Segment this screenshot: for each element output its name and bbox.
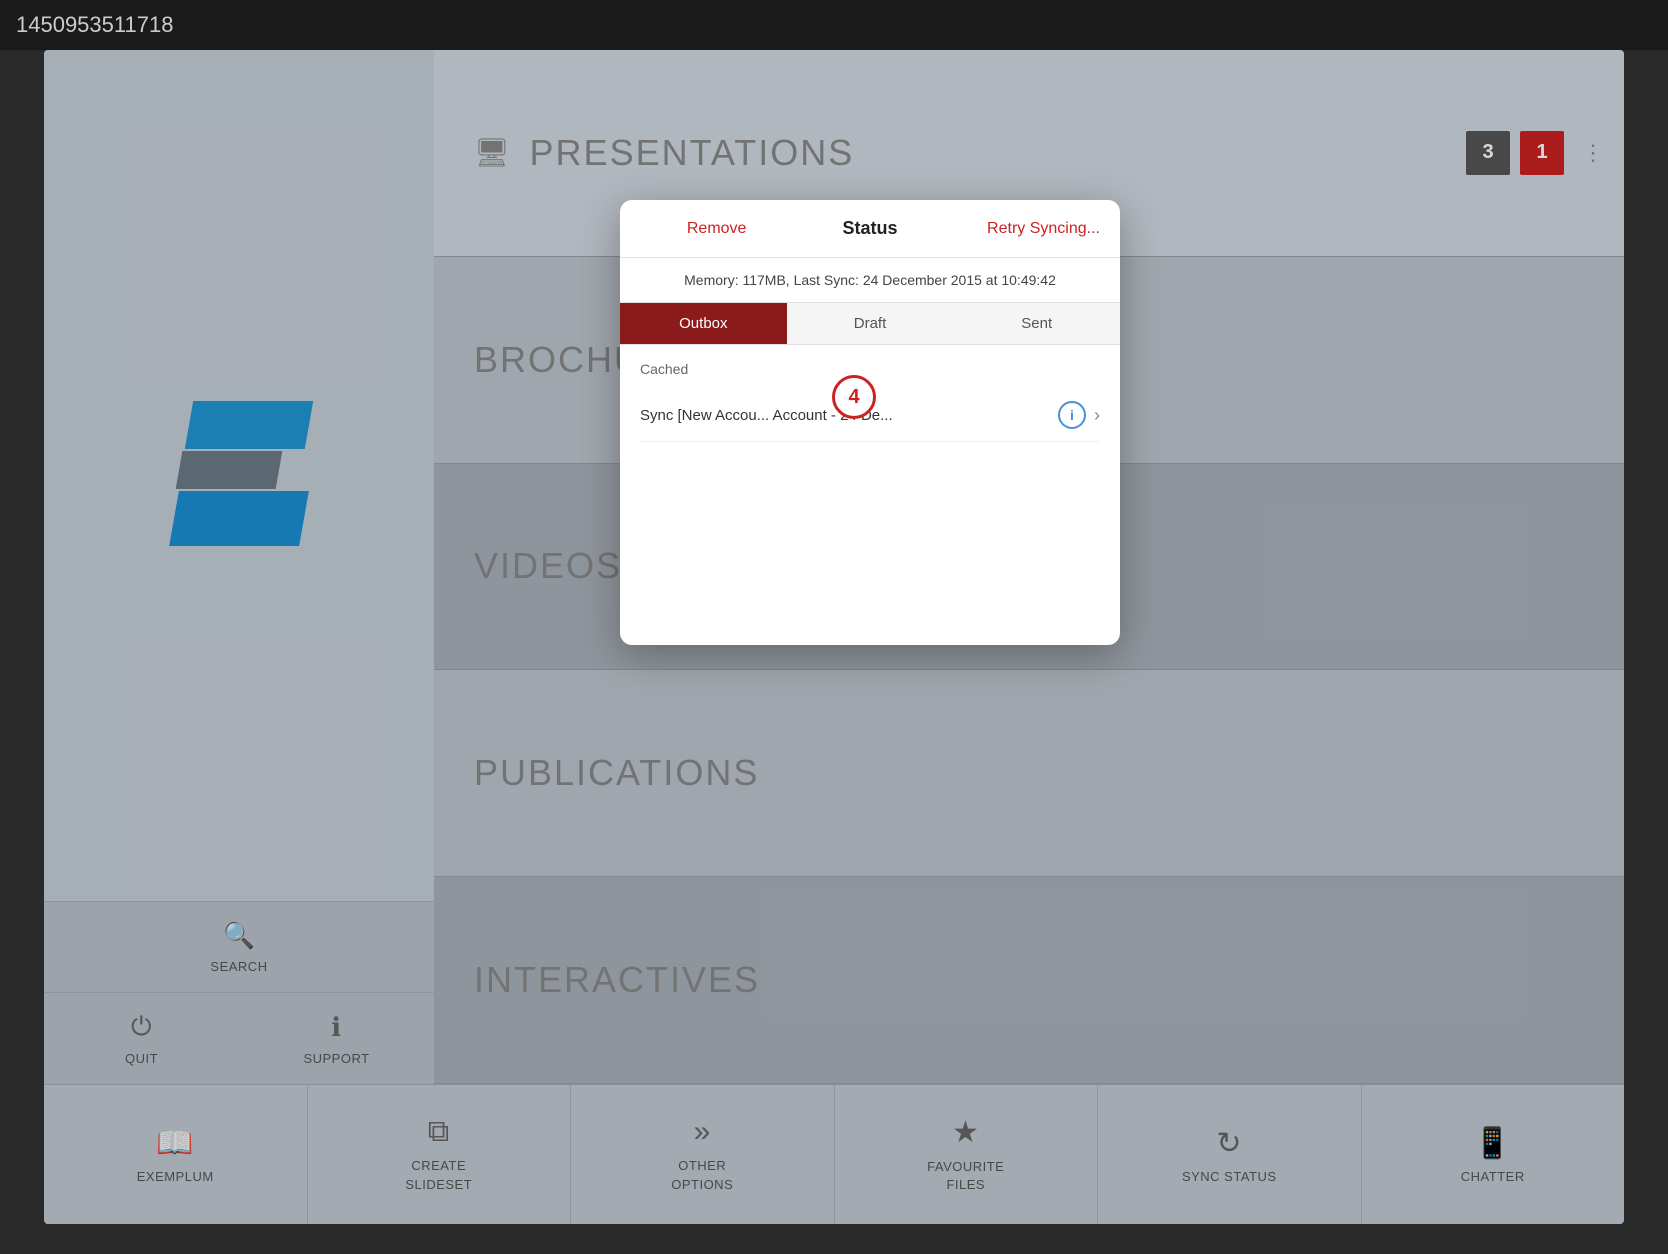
create-slideset-button[interactable]: ⧉ CREATESLIDESET xyxy=(308,1085,572,1224)
tab-draft-label: Draft xyxy=(854,315,887,332)
info-icon: ℹ xyxy=(331,1012,341,1043)
tab-sent[interactable]: Sent xyxy=(953,303,1120,344)
modal-retry-label: Retry Syncing... xyxy=(987,220,1100,237)
modal-header: Remove Status Retry Syncing... xyxy=(620,200,1120,258)
grid-row-publications: PUBLICATIONS xyxy=(434,670,1624,877)
modal-title: Status xyxy=(793,218,946,239)
search-button[interactable]: 🔍 SEARCH xyxy=(44,901,434,992)
presentations-label: PRESENTATIONS xyxy=(530,132,855,174)
interactives-cell[interactable]: INTERACTIVES xyxy=(434,877,1624,1083)
tab-outbox-label: Outbox xyxy=(679,315,727,332)
logo-mid-stripe xyxy=(176,451,283,489)
sync-icon: ↻ xyxy=(1216,1126,1242,1161)
presentations-badges: 3 1 xyxy=(1466,131,1564,175)
sync-status-button[interactable]: ↻ SYNC STATUS xyxy=(1098,1085,1362,1224)
publications-cell[interactable]: PUBLICATIONS xyxy=(434,670,1624,876)
support-button[interactable]: ℹ SUPPORT xyxy=(239,992,434,1084)
phone-icon: 📱 xyxy=(1474,1126,1512,1161)
status-modal: Remove Status Retry Syncing... Memory: 1… xyxy=(620,200,1120,645)
logo-bot-stripe xyxy=(169,491,309,546)
modal-tabs: Outbox Draft Sent xyxy=(620,303,1120,345)
cached-label: Cached xyxy=(640,361,1100,377)
support-label: SUPPORT xyxy=(303,1051,369,1066)
chevron-right-icon: › xyxy=(1094,405,1100,426)
title-id: 1450953511718 xyxy=(16,12,173,38)
other-options-label: OTHEROPTIONS xyxy=(671,1157,733,1193)
other-options-button[interactable]: » OTHEROPTIONS xyxy=(571,1085,835,1224)
badge-gray-3: 3 xyxy=(1466,131,1510,175)
interactives-label: INTERACTIVES xyxy=(474,959,760,1001)
titlebar: 1450953511718 xyxy=(0,0,1668,50)
sync-status-label: SYNC STATUS xyxy=(1182,1169,1277,1184)
quit-label: QUIT xyxy=(125,1051,158,1066)
chatter-button[interactable]: 📱 CHATTER xyxy=(1362,1085,1625,1224)
modal-remove-button[interactable]: Remove xyxy=(640,220,793,238)
search-icon: 🔍 xyxy=(223,920,256,951)
logo xyxy=(169,401,309,561)
badge-red-1: 1 xyxy=(1520,131,1564,175)
sidebar-search-row: 🔍 SEARCH xyxy=(44,901,434,992)
sidebar-actions: 🔍 SEARCH ⏻ QUIT ℹ SUPPORT xyxy=(44,901,434,1084)
favourite-files-label: FAVOURITEFILES xyxy=(927,1158,1004,1194)
tab-sent-label: Sent xyxy=(1021,315,1052,332)
search-label: SEARCH xyxy=(210,959,267,974)
sync-item[interactable]: Sync [New Accou... Account - 24 De... 4 … xyxy=(640,389,1100,442)
favourite-files-button[interactable]: ★ FAVOURITEFILES xyxy=(835,1085,1099,1224)
videos-label: VIDEOS xyxy=(474,545,622,587)
chevrons-icon: » xyxy=(694,1115,711,1149)
publications-label: PUBLICATIONS xyxy=(474,752,759,794)
logo-top-stripe xyxy=(185,401,313,449)
chatter-label: CHATTER xyxy=(1461,1169,1525,1184)
power-icon: ⏻ xyxy=(131,1011,152,1043)
tab-outbox[interactable]: Outbox xyxy=(620,303,787,344)
exemplum-label: EXEMPLUM xyxy=(137,1169,214,1184)
create-slideset-label: CREATESLIDESET xyxy=(405,1157,472,1193)
star-icon: ★ xyxy=(952,1115,979,1150)
modal-remove-label: Remove xyxy=(687,220,747,237)
layers-icon: ⧉ xyxy=(428,1115,450,1149)
logo-area xyxy=(44,70,434,901)
book-icon: 📖 xyxy=(156,1126,194,1161)
modal-body: Cached Sync [New Accou... Account - 24 D… xyxy=(620,345,1120,645)
sidebar: 🔍 SEARCH ⏻ QUIT ℹ SUPPORT xyxy=(44,50,434,1084)
modal-info-text: Memory: 117MB, Last Sync: 24 December 20… xyxy=(620,258,1120,303)
badge-4: 4 xyxy=(832,375,876,419)
more-icon: ⋮ xyxy=(1582,140,1604,166)
info-button[interactable]: i xyxy=(1058,401,1086,429)
presentations-icon: 🖥 xyxy=(474,136,510,169)
tab-draft[interactable]: Draft xyxy=(787,303,954,344)
sidebar-quit-support-row: ⏻ QUIT ℹ SUPPORT xyxy=(44,992,434,1084)
quit-button[interactable]: ⏻ QUIT xyxy=(44,992,239,1084)
grid-row-interactives: INTERACTIVES xyxy=(434,877,1624,1084)
bottom-toolbar: 📖 EXEMPLUM ⧉ CREATESLIDESET » OTHEROPTIO… xyxy=(44,1084,1624,1224)
exemplum-button[interactable]: 📖 EXEMPLUM xyxy=(44,1085,308,1224)
modal-retry-button[interactable]: Retry Syncing... xyxy=(947,220,1100,238)
